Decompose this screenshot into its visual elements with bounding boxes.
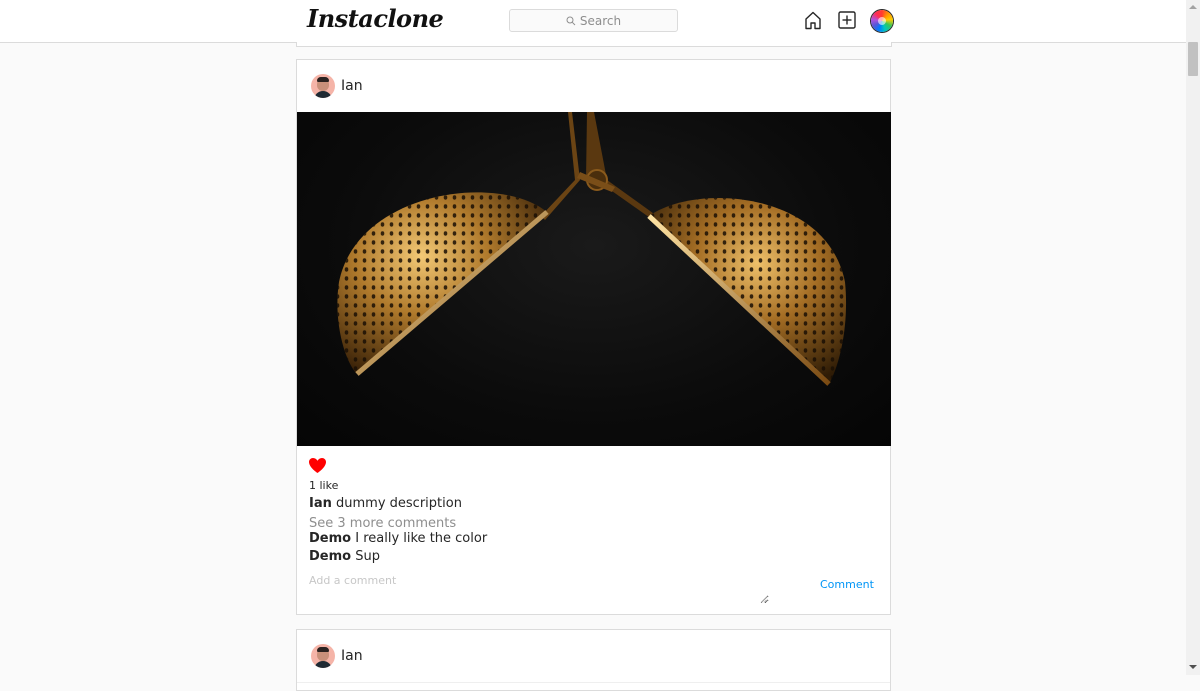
comment-submit-button[interactable]: Comment	[820, 578, 874, 591]
heart-icon[interactable]	[308, 457, 327, 474]
scroll-down-arrow-icon[interactable]	[1189, 664, 1197, 670]
previous-post-edge	[296, 42, 892, 47]
post-card: Ian	[296, 59, 891, 615]
like-count: 1 like	[309, 479, 339, 492]
see-more-comments-link[interactable]: See 3 more comments	[309, 516, 456, 531]
post-username[interactable]: Ian	[341, 648, 363, 664]
page-scrollbar[interactable]	[1186, 0, 1200, 675]
resize-handle-icon[interactable]	[760, 596, 767, 603]
home-icon[interactable]	[804, 11, 822, 30]
profile-avatar[interactable]	[871, 10, 893, 32]
add-post-icon[interactable]	[838, 11, 856, 30]
app-logo[interactable]: Instaclone	[307, 4, 444, 33]
caption-username[interactable]: Ian	[309, 496, 332, 511]
golden-strainers-photo	[337, 112, 847, 386]
comment-username[interactable]: Demo	[309, 549, 351, 564]
scroll-up-arrow-icon[interactable]	[1189, 4, 1197, 10]
comment: Demo I really like the color	[309, 531, 487, 546]
search-icon	[566, 16, 576, 25]
post-card: Ian	[296, 629, 891, 691]
comment-input[interactable]	[309, 574, 769, 604]
comment-username[interactable]: Demo	[309, 531, 351, 546]
search-input[interactable]: Search	[509, 9, 678, 32]
post-header: Ian	[297, 630, 890, 683]
top-nav-bar: Instaclone Search	[0, 0, 1186, 43]
post-image[interactable]	[297, 112, 891, 446]
search-placeholder: Search	[579, 13, 622, 28]
user-avatar[interactable]	[311, 644, 335, 668]
post-header: Ian	[297, 60, 890, 113]
post-caption: Ian dummy description	[309, 496, 462, 511]
caption-text: dummy description	[336, 496, 462, 511]
user-avatar[interactable]	[311, 74, 335, 98]
post-username[interactable]: Ian	[341, 78, 363, 94]
comment-text: Sup	[355, 549, 380, 564]
scrollbar-thumb[interactable]	[1188, 42, 1198, 76]
comment-text: I really like the color	[355, 531, 488, 546]
comment: Demo Sup	[309, 549, 380, 564]
